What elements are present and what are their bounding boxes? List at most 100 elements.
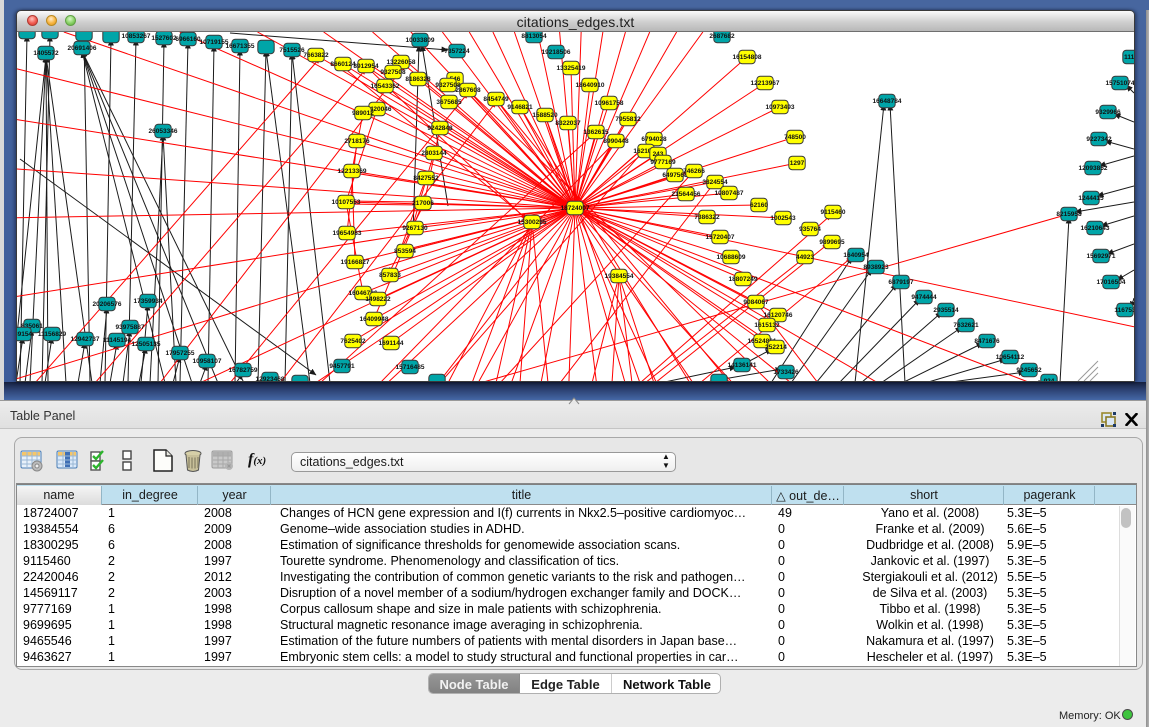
svg-text:2803144: 2803144 — [421, 150, 447, 157]
svg-text:9084067: 9084067 — [743, 299, 769, 306]
svg-text:11156829: 11156829 — [38, 331, 67, 338]
svg-text:7955812: 7955812 — [615, 116, 641, 123]
svg-text:8660124: 8660124 — [330, 61, 356, 68]
svg-text:1117: 1117 — [1124, 54, 1134, 61]
svg-text:7632621: 7632621 — [953, 322, 979, 329]
svg-text:8938923: 8938923 — [863, 264, 889, 271]
svg-text:15720407: 15720407 — [706, 234, 735, 241]
svg-text:20691406: 20691406 — [68, 45, 97, 52]
svg-text:857833: 857833 — [379, 272, 401, 279]
svg-text:16671355: 16671355 — [226, 43, 255, 50]
svg-text:44923: 44923 — [796, 254, 814, 261]
svg-text:7625402: 7625402 — [340, 338, 366, 345]
svg-text:19384554: 19384554 — [605, 273, 634, 280]
svg-text:18724007: 18724007 — [561, 205, 590, 212]
svg-text:1362615: 1362615 — [583, 129, 609, 136]
svg-text:7663822: 7663822 — [303, 52, 329, 59]
svg-text:13325419: 13325419 — [557, 65, 586, 72]
svg-text:1244415: 1244415 — [1078, 195, 1104, 202]
svg-text:9457791: 9457791 — [329, 363, 355, 370]
svg-text:12213369: 12213369 — [338, 168, 367, 175]
svg-text:19654983: 19654983 — [333, 230, 362, 237]
svg-text:10688609: 10688609 — [717, 254, 746, 261]
svg-text:2718176: 2718176 — [344, 138, 370, 145]
svg-text:9329966: 9329966 — [1095, 109, 1121, 116]
svg-text:746266: 746266 — [683, 168, 705, 175]
svg-text:10958107: 10958107 — [193, 358, 222, 365]
svg-text:1615132: 1615132 — [754, 322, 780, 329]
svg-text:12942737: 12942737 — [71, 336, 100, 343]
svg-text:12093852: 12093852 — [1079, 165, 1108, 172]
svg-text:15716485: 15716485 — [396, 364, 425, 371]
svg-text:18640910: 18640910 — [576, 82, 605, 89]
svg-text:62160: 62160 — [750, 202, 768, 209]
svg-text:6879197: 6879197 — [888, 279, 914, 286]
svg-text:2867608: 2867608 — [455, 87, 481, 94]
svg-text:1588520: 1588520 — [532, 112, 558, 119]
svg-text:8454749: 8454749 — [483, 96, 509, 103]
svg-text:2687682: 2687682 — [709, 33, 735, 40]
svg-text:16409948: 16409948 — [360, 316, 389, 323]
svg-text:1733426: 1733426 — [773, 369, 799, 376]
svg-text:10719155: 10719155 — [200, 39, 229, 46]
svg-text:17016504: 17016504 — [1097, 279, 1126, 286]
svg-text:8322037: 8322037 — [555, 120, 581, 127]
svg-text:8427552: 8427552 — [413, 175, 439, 182]
svg-text:19218506: 19218506 — [542, 49, 571, 56]
svg-text:3675685: 3675685 — [436, 99, 462, 106]
svg-text:12213967: 12213967 — [751, 80, 780, 87]
svg-text:20206576: 20206576 — [93, 301, 122, 308]
svg-text:8471676: 8471676 — [974, 338, 1000, 345]
svg-text:9242848: 9242848 — [427, 125, 453, 132]
svg-text:19166827: 19166827 — [341, 259, 370, 266]
svg-text:10961758: 10961758 — [595, 100, 624, 107]
svg-text:9777169: 9777169 — [650, 159, 676, 166]
svg-text:15300295: 15300295 — [518, 219, 547, 226]
svg-text:853594: 853594 — [394, 248, 416, 255]
svg-text:6794028: 6794028 — [641, 136, 667, 143]
svg-text:17957255: 17957255 — [166, 350, 195, 357]
svg-text:39154: 39154 — [17, 331, 32, 338]
svg-text:8215958: 8215958 — [1056, 211, 1082, 218]
svg-text:9115460: 9115460 — [821, 209, 846, 216]
svg-text:7515526: 7515526 — [279, 47, 305, 54]
svg-text:1640954: 1640954 — [843, 252, 869, 259]
svg-text:8813054: 8813054 — [521, 33, 547, 40]
svg-text:10033809: 10033809 — [406, 37, 435, 44]
svg-text:748500: 748500 — [784, 134, 806, 141]
svg-text:16543362: 16543362 — [371, 83, 400, 90]
svg-text:1002543: 1002543 — [770, 215, 796, 222]
svg-text:1297: 1297 — [790, 160, 805, 167]
svg-text:10853267: 10853267 — [122, 33, 151, 40]
svg-text:3824554: 3824554 — [702, 179, 728, 186]
svg-text:9245652: 9245652 — [1016, 367, 1042, 374]
svg-text:11145194: 11145194 — [103, 337, 132, 344]
svg-text:16154808: 16154808 — [733, 54, 762, 61]
svg-text:14136141: 14136141 — [728, 362, 757, 369]
svg-text:10807487: 10807487 — [715, 190, 744, 197]
svg-text:10973493: 10973493 — [766, 104, 795, 111]
svg-text:9327508: 9327508 — [380, 69, 406, 76]
svg-text:26053346: 26053346 — [149, 128, 178, 135]
svg-text:16210643: 16210643 — [1081, 225, 1110, 232]
svg-text:9227342: 9227342 — [1086, 136, 1112, 143]
svg-text:989012: 989012 — [352, 110, 374, 117]
svg-text:15751074: 15751074 — [1106, 80, 1134, 87]
svg-text:18807249: 18807249 — [729, 276, 758, 283]
svg-text:1527602: 1527602 — [151, 35, 177, 42]
svg-text:217006: 217006 — [412, 200, 434, 207]
svg-text:9267130: 9267130 — [402, 225, 428, 232]
svg-text:1691144: 1691144 — [379, 340, 404, 347]
svg-text:10107553: 10107553 — [332, 199, 361, 206]
svg-text:12505135: 12505135 — [132, 341, 161, 348]
svg-text:1498222: 1498222 — [365, 296, 391, 303]
svg-text:16648784: 16648784 — [873, 98, 902, 105]
svg-text:8912954: 8912954 — [353, 63, 379, 70]
svg-text:935764: 935764 — [799, 226, 821, 233]
svg-text:15692971: 15692971 — [1087, 253, 1116, 260]
svg-text:21564456: 21564456 — [672, 191, 701, 198]
svg-text:924: 924 — [1044, 378, 1055, 381]
svg-text:252214: 252214 — [765, 344, 787, 351]
svg-text:12923468: 12923468 — [256, 376, 285, 381]
svg-text:2935514: 2935514 — [933, 307, 959, 314]
